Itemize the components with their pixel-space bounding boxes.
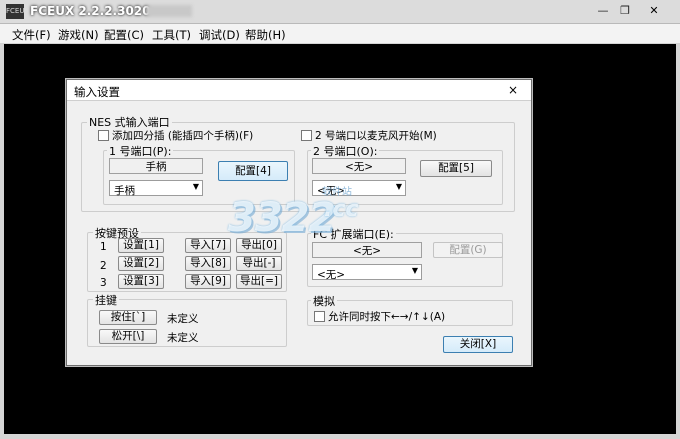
minimize-button[interactable]: — (592, 3, 614, 19)
window-frame-right (676, 44, 680, 439)
restore-icon: ❐ (620, 4, 630, 17)
watermark-logo: 3322 .cc 软件站 (228, 183, 378, 253)
allow-opposite-label: 允许同时按下←→/↑↓(A) (328, 311, 446, 323)
mic-checkbox[interactable] (301, 130, 312, 141)
menu-tools[interactable]: 工具(T) (152, 27, 191, 43)
port2-label: 2 号端口(O): (311, 143, 380, 159)
menu-file[interactable]: 文件(F) (12, 27, 51, 43)
fc-select-value: <无> (317, 269, 346, 281)
menubar: 文件(F) 游戏(N) 配置(C) 工具(T) 调试(D) 帮助(H) (0, 24, 680, 44)
close-button[interactable]: ✕ (643, 3, 665, 19)
menu-help[interactable]: 帮助(H) (245, 27, 286, 43)
release-key-button[interactable]: 松开[\] (99, 329, 157, 344)
main-titlebar: FCEUX FCEUX 2.2.2.3020 — ❐ ✕ (0, 0, 680, 24)
menu-config[interactable]: 配置(C) (104, 27, 144, 43)
dialog-ok-close-button[interactable]: 关闭[X] (443, 336, 513, 353)
close-icon: ✕ (649, 4, 659, 17)
chevron-down-icon: ▼ (192, 182, 199, 191)
preset-2-export-button[interactable]: 导出[-] (236, 256, 282, 271)
preset-2-import-button[interactable]: 导入[8] (185, 256, 231, 271)
port2-device-field: <无> (312, 158, 406, 174)
dialog-close-button[interactable]: × (503, 81, 523, 99)
dialog-title: 输入设置 (74, 85, 120, 99)
preset-row-2-number: 2 (100, 260, 107, 272)
port1-device-field: 手柄 (109, 158, 203, 174)
menu-debug[interactable]: 调试(D) (199, 27, 240, 43)
port1-select-value: 手柄 (114, 185, 135, 197)
app-icon: FCEUX (6, 4, 29, 19)
preset-1-import-button[interactable]: 导入[7] (185, 238, 231, 253)
port1-label: 1 号端口(P): (107, 143, 174, 159)
preset-3-set-button[interactable]: 设置[3] (118, 274, 164, 289)
release-key-value: 未定义 (167, 332, 199, 344)
mic-label: 2 号端口以麦克风开始(M) (315, 130, 437, 142)
preset-3-export-button[interactable]: 导出[=] (236, 274, 282, 289)
minimize-icon: — (597, 4, 609, 17)
dialog-titlebar: 输入设置 × (67, 80, 531, 101)
hold-key-button[interactable]: 按住[`] (99, 310, 157, 325)
chevron-down-icon: ▼ (395, 182, 402, 191)
four-score-label: 添加四分插 (能插四个手柄)(F) (112, 130, 254, 142)
allow-opposite-checkbox[interactable] (314, 311, 325, 322)
preset-3-import-button[interactable]: 导入[9] (185, 274, 231, 289)
port1-config-button[interactable]: 配置[4] (218, 161, 288, 181)
hold-key-value: 未定义 (167, 313, 199, 325)
window-frame-left (0, 44, 4, 439)
watermark-cn-text: 软件站 (322, 187, 352, 198)
app-title: FCEUX 2.2.2.3020 (30, 4, 151, 18)
blurred-title-region (146, 5, 192, 17)
preset-row-3-number: 3 (100, 277, 107, 289)
fc-device-select[interactable]: <无> ▼ (312, 264, 422, 281)
preset-1-set-button[interactable]: 设置[1] (118, 238, 164, 253)
watermark-suffix: .cc (324, 197, 359, 222)
hotkey-label: 挂键 (93, 292, 119, 308)
watermark-digits: 3322 (228, 195, 336, 241)
window-frame-bottom (0, 434, 680, 439)
chevron-down-icon: ▼ (411, 266, 418, 275)
fc-config-button[interactable]: 配置(G) (433, 242, 503, 258)
port1-device-select[interactable]: 手柄 ▼ (109, 180, 203, 197)
menu-game[interactable]: 游戏(N) (58, 27, 99, 43)
preset-row-1-number: 1 (100, 241, 107, 253)
maximize-button[interactable]: ❐ (614, 3, 636, 19)
close-icon: × (507, 83, 519, 97)
preset-2-set-button[interactable]: 设置[2] (118, 256, 164, 271)
four-score-checkbox[interactable] (98, 130, 109, 141)
port2-config-button[interactable]: 配置[5] (420, 160, 492, 177)
emulation-label: 模拟 (311, 293, 337, 309)
